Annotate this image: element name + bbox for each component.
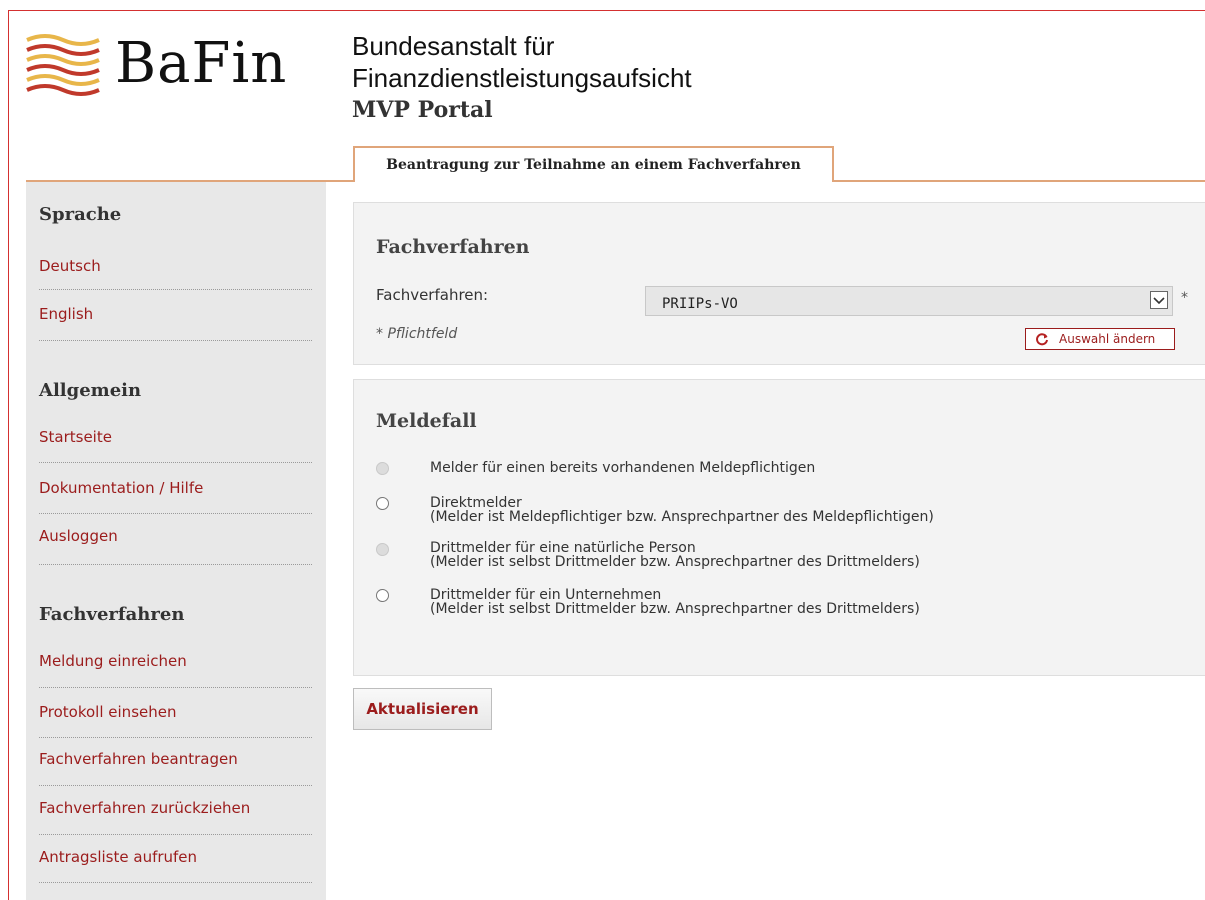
- agency-line-1: Bundesanstalt für: [352, 31, 555, 61]
- tab-cover: [355, 179, 830, 183]
- bafin-wave-icon: [26, 34, 100, 96]
- sidebar-divider: [39, 834, 312, 835]
- sidebar-divider: [39, 340, 312, 341]
- meldefall-heading: Meldefall: [376, 410, 477, 432]
- change-selection-label: Auswahl ändern: [1059, 332, 1156, 346]
- bafin-logo[interactable]: BaFin: [25, 26, 315, 106]
- sidebar-divider: [39, 513, 312, 514]
- required-note: * Pflichtfeld: [376, 326, 458, 342]
- agency-line-2: Finanzdienstleistungsaufsicht: [352, 63, 692, 93]
- fachverfahren-select[interactable]: PRIIPs-VO: [645, 286, 1173, 316]
- sidebar-item-startseite[interactable]: Startseite: [39, 428, 312, 446]
- radio-direktmelder[interactable]: [376, 497, 389, 510]
- logo-text: BaFin: [115, 31, 288, 96]
- radio-melder-vorhanden[interactable]: [376, 462, 389, 475]
- sidebar-item-meldung-einreichen[interactable]: Meldung einreichen: [39, 652, 312, 670]
- change-selection-button[interactable]: Auswahl ändern: [1025, 328, 1175, 350]
- sidebar-divider: [39, 785, 312, 786]
- option-label: Melder für einen bereits vorhandenen Mel…: [430, 461, 815, 475]
- option-label: Drittmelder für eine natürliche Person (…: [430, 541, 920, 569]
- meldefall-panel: Meldefall Melder für einen bereits vorha…: [353, 379, 1205, 676]
- sidebar-item-antragsliste[interactable]: Antragsliste aufrufen: [39, 848, 312, 866]
- fachverfahren-label: Fachverfahren:: [376, 286, 489, 304]
- page-frame-top: [8, 10, 1205, 11]
- sidebar-divider: [39, 462, 312, 463]
- sidebar-item-ausloggen[interactable]: Ausloggen: [39, 527, 312, 545]
- required-star: *: [1181, 290, 1188, 306]
- sidebar-item-fachverfahren-zurueckziehen[interactable]: Fachverfahren zurückziehen: [39, 799, 312, 817]
- sidebar-item-english[interactable]: English: [39, 305, 312, 323]
- option-line: Direktmelder: [430, 495, 522, 511]
- sidebar-divider: [39, 289, 312, 290]
- option-label: Drittmelder für ein Unternehmen (Melder …: [430, 588, 920, 616]
- agency-name: Bundesanstalt für Finanzdienstleistungsa…: [352, 30, 692, 94]
- tab-beantragung[interactable]: Beantragung zur Teilnahme an einem Fachv…: [353, 146, 834, 182]
- option-line: Melder für einen bereits vorhandenen Mel…: [430, 460, 816, 476]
- sidebar-section-title: Fachverfahren: [39, 604, 185, 625]
- option-line: (Melder ist selbst Drittmelder bzw. Ansp…: [430, 601, 920, 617]
- option-label: Direktmelder (Melder ist Meldepflichtige…: [430, 496, 934, 524]
- sidebar-item-dokumentation[interactable]: Dokumentation / Hilfe: [39, 479, 312, 497]
- sidebar-item-fachverfahren-beantragen[interactable]: Fachverfahren beantragen: [39, 750, 312, 768]
- fachverfahren-heading: Fachverfahren: [376, 236, 530, 258]
- radio-drittmelder-person[interactable]: [376, 543, 389, 556]
- sidebar-divider: [39, 882, 312, 883]
- sidebar: Sprache Deutsch English Allgemein Starts…: [26, 182, 326, 900]
- option-line: (Melder ist selbst Drittmelder bzw. Ansp…: [430, 554, 920, 570]
- chevron-down-icon[interactable]: [1150, 291, 1168, 309]
- option-line: Drittmelder für ein Unternehmen: [430, 587, 662, 603]
- portal-title: MVP Portal: [352, 97, 493, 123]
- option-line: (Melder ist Meldepflichtiger bzw. Anspre…: [430, 509, 934, 525]
- sidebar-divider: [39, 737, 312, 738]
- sidebar-item-deutsch[interactable]: Deutsch: [39, 257, 312, 275]
- sidebar-item-protokoll[interactable]: Protokoll einsehen: [39, 703, 312, 721]
- fachverfahren-select-value: PRIIPs-VO: [662, 296, 738, 312]
- sidebar-divider: [39, 687, 312, 688]
- page-frame-left: [8, 10, 9, 900]
- option-line: Drittmelder für eine natürliche Person: [430, 540, 696, 556]
- sidebar-section-title: Allgemein: [39, 380, 142, 401]
- refresh-icon: [1035, 332, 1049, 346]
- update-button[interactable]: Aktualisieren: [353, 688, 492, 730]
- fachverfahren-panel: Fachverfahren Fachverfahren: PRIIPs-VO *…: [353, 202, 1205, 365]
- radio-drittmelder-unternehmen[interactable]: [376, 589, 389, 602]
- sidebar-divider: [39, 564, 312, 565]
- sidebar-section-title: Sprache: [39, 204, 122, 225]
